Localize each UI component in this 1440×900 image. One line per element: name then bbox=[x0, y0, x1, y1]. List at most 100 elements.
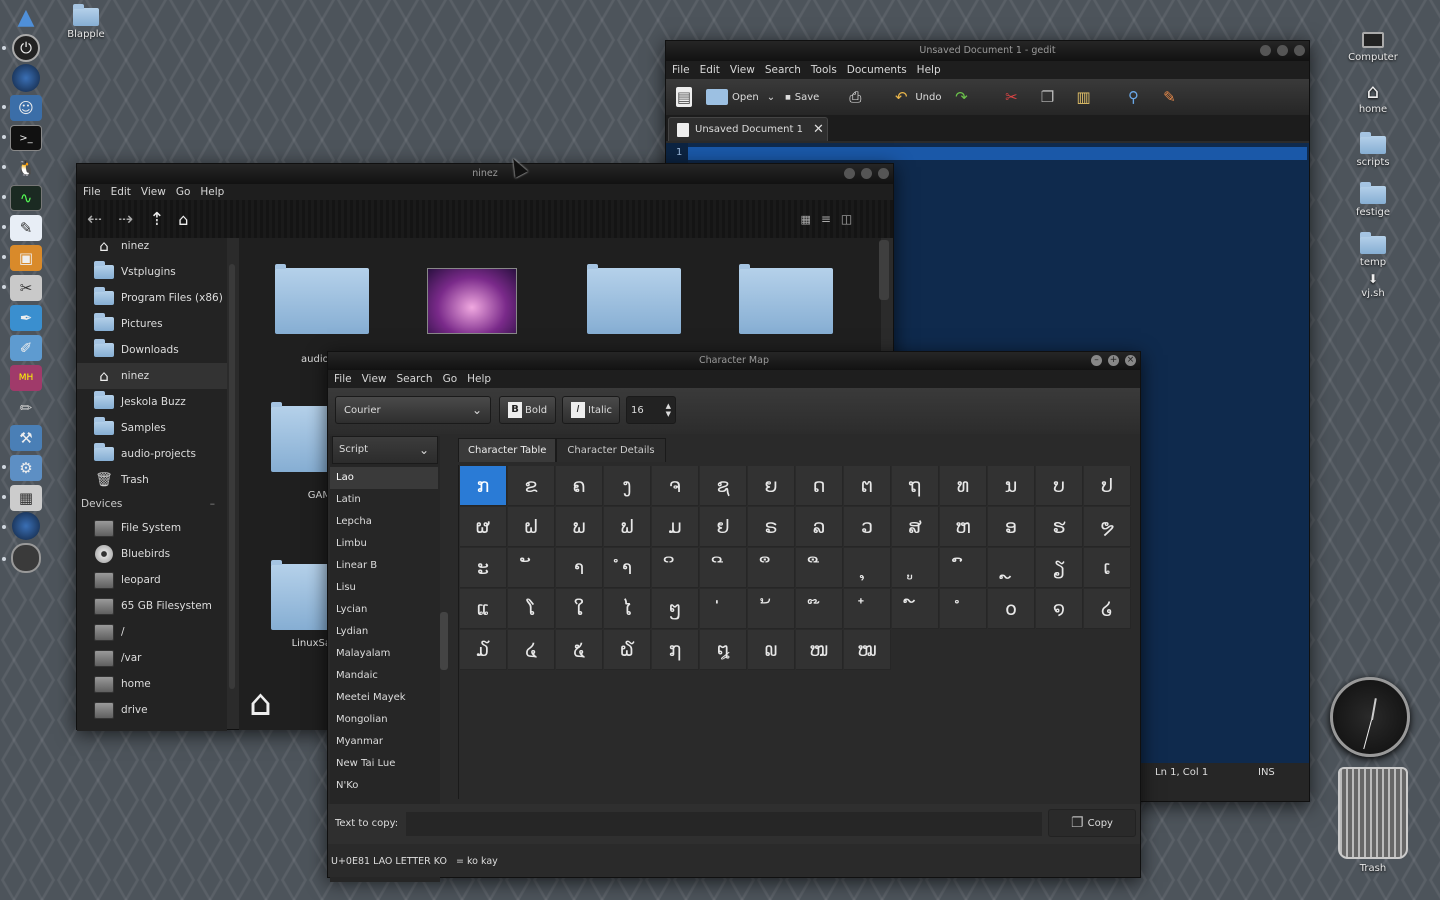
arch-logo-icon[interactable]: ▲ bbox=[10, 4, 42, 30]
device-leopard[interactable]: leopard bbox=[77, 567, 227, 593]
script-list-scrollbar[interactable] bbox=[440, 612, 448, 670]
character-cell[interactable]: ໒ bbox=[1084, 589, 1131, 629]
menu-file[interactable]: File bbox=[83, 186, 101, 198]
settings-icon[interactable]: ⚙ bbox=[10, 455, 42, 481]
undo-button[interactable]: ↶ Undo bbox=[891, 87, 941, 107]
character-cell[interactable]: ູ bbox=[892, 548, 939, 588]
character-cell[interactable]: ໌ bbox=[892, 589, 939, 629]
script-item[interactable]: Lisu bbox=[330, 577, 438, 599]
desktop-icon-computer[interactable]: Computer bbox=[1333, 32, 1413, 63]
menu-view[interactable]: View bbox=[730, 64, 755, 76]
pen-tool-icon[interactable]: ✒ bbox=[10, 305, 42, 331]
finder-icon[interactable]: ☺ bbox=[10, 95, 42, 121]
cut-button[interactable]: ✂ bbox=[1001, 87, 1021, 107]
character-cell[interactable]: ຶ bbox=[748, 548, 795, 588]
menu-help[interactable]: Help bbox=[200, 186, 224, 198]
character-cell[interactable]: ຳ bbox=[604, 548, 651, 588]
menu-view[interactable]: View bbox=[141, 186, 166, 198]
device-bluebirds[interactable]: Bluebirds bbox=[77, 541, 227, 567]
script-item[interactable]: New Tai Lue bbox=[330, 753, 438, 775]
device-var[interactable]: /var bbox=[77, 645, 227, 671]
device-65gb[interactable]: 65 GB Filesystem bbox=[77, 593, 227, 619]
character-cell[interactable]: ຮ bbox=[1036, 507, 1083, 547]
tools-icon[interactable]: ⚒ bbox=[10, 425, 42, 451]
tux-icon[interactable]: 🐧 bbox=[10, 155, 42, 181]
character-cell[interactable]: ຕ bbox=[844, 466, 891, 506]
redo-button[interactable]: ↷ bbox=[951, 87, 971, 107]
minimize-button[interactable] bbox=[844, 168, 855, 179]
character-cell[interactable]: ໓ bbox=[460, 630, 507, 670]
list-view-icon[interactable]: ≡ bbox=[821, 212, 831, 226]
sidebar-item-vstplugins[interactable]: Vstplugins bbox=[77, 259, 227, 285]
sidebar-item-trash[interactable]: 🗑 Trash bbox=[77, 467, 227, 493]
charmap-titlebar[interactable]: Character Map – + × bbox=[328, 352, 1140, 370]
script-item[interactable]: Malayalam bbox=[330, 643, 438, 665]
script-item[interactable]: Meetei Mayek bbox=[330, 687, 438, 709]
copy-button[interactable]: ❐ Copy bbox=[1048, 809, 1136, 837]
desktop-icon-vj-sh[interactable]: ⬇ vj.sh bbox=[1333, 272, 1413, 299]
desktop-icon-scripts[interactable]: scripts bbox=[1333, 132, 1413, 168]
package-icon[interactable]: ▣ bbox=[10, 245, 42, 271]
document-tab[interactable]: Unsaved Document 1 ✕ bbox=[668, 117, 828, 141]
power-icon[interactable]: ⏻ bbox=[12, 34, 40, 62]
character-cell[interactable]: ແ bbox=[460, 589, 507, 629]
character-cell[interactable]: ຖ bbox=[892, 466, 939, 506]
character-cell[interactable]: ນ bbox=[988, 466, 1035, 506]
menu-documents[interactable]: Documents bbox=[847, 64, 907, 76]
character-cell[interactable]: ຢ bbox=[700, 507, 747, 547]
character-cell[interactable]: ັ bbox=[508, 548, 555, 588]
character-cell[interactable]: ອ bbox=[988, 507, 1035, 547]
print-button[interactable]: ⎙ bbox=[845, 87, 865, 107]
character-cell[interactable]: ໆ bbox=[652, 589, 699, 629]
font-size-spinner[interactable]: 16 ▲ ▼ bbox=[626, 396, 676, 424]
character-cell[interactable]: ຍ bbox=[748, 466, 795, 506]
sidebar-item-audio-projects[interactable]: audio-projects bbox=[77, 441, 227, 467]
replace-button[interactable]: ✎ bbox=[1159, 87, 1179, 107]
character-cell[interactable]: ິ bbox=[652, 548, 699, 588]
column-view-icon[interactable]: ◫ bbox=[841, 212, 852, 226]
file-manager-titlebar[interactable]: ninez bbox=[77, 164, 893, 184]
menu-help[interactable]: Help bbox=[467, 373, 491, 385]
character-cell[interactable]: ຟ bbox=[604, 507, 651, 547]
file-item-folder-3[interactable] bbox=[579, 260, 689, 334]
character-cell[interactable]: ວ bbox=[844, 507, 891, 547]
save-button[interactable]: ■ Save bbox=[785, 92, 819, 103]
character-cell[interactable]: ຯ bbox=[1084, 507, 1131, 547]
text-to-copy-input[interactable] bbox=[406, 812, 1042, 836]
file-item-gam[interactable]: GAM bbox=[271, 402, 331, 501]
menu-edit[interactable]: Edit bbox=[700, 64, 720, 76]
tab-character-table[interactable]: Character Table bbox=[458, 438, 557, 462]
script-item[interactable]: Limbu bbox=[330, 533, 438, 555]
drawing-icon[interactable]: ✐ bbox=[10, 335, 42, 361]
character-cell[interactable]: ໔ bbox=[508, 630, 555, 670]
image-editor-icon[interactable]: ✂ bbox=[10, 275, 42, 301]
character-cell[interactable]: ຜ bbox=[460, 507, 507, 547]
terminal-icon[interactable]: >_ bbox=[10, 125, 42, 151]
character-cell[interactable]: ຊ bbox=[700, 466, 747, 506]
sidebar-item-downloads[interactable]: Downloads bbox=[77, 337, 227, 363]
character-cell[interactable]: ມ bbox=[652, 507, 699, 547]
character-cell[interactable]: ດ bbox=[796, 466, 843, 506]
file-item-linuxsa[interactable]: LinuxSa bbox=[271, 560, 331, 649]
maximize-button[interactable] bbox=[1277, 45, 1288, 56]
sidebar-item-jeskola-buzz[interactable]: Jeskola Buzz bbox=[77, 389, 227, 415]
menu-file[interactable]: File bbox=[334, 373, 352, 385]
system-monitor-icon[interactable]: ∿ bbox=[10, 185, 42, 211]
close-button[interactable] bbox=[1294, 45, 1305, 56]
script-item[interactable]: Latin bbox=[330, 489, 438, 511]
open-button[interactable]: Open bbox=[706, 89, 759, 105]
minimize-button[interactable] bbox=[1260, 45, 1271, 56]
character-cell[interactable]: ໕ bbox=[556, 630, 603, 670]
menu-go[interactable]: Go bbox=[176, 186, 191, 198]
globe-icon[interactable] bbox=[12, 64, 40, 92]
globe-2-icon[interactable] bbox=[12, 512, 40, 540]
character-cell[interactable]: ໖ bbox=[604, 630, 651, 670]
device-file-system[interactable]: File System bbox=[77, 515, 227, 541]
new-document-button[interactable]: ▤ bbox=[676, 87, 692, 107]
menu-edit[interactable]: Edit bbox=[111, 186, 131, 198]
device-root[interactable]: / bbox=[77, 619, 227, 645]
character-cell[interactable]: ພ bbox=[556, 507, 603, 547]
menu-search[interactable]: Search bbox=[397, 373, 433, 385]
back-arrow-icon[interactable]: ⇠ bbox=[87, 209, 102, 230]
file-item-folder-4[interactable] bbox=[731, 260, 841, 334]
